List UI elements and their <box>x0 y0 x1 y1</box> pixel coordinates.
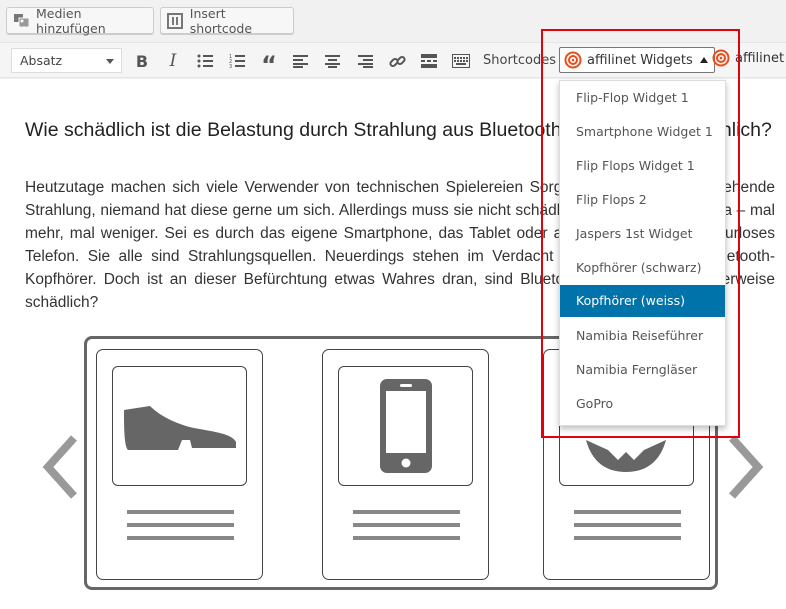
add-media-button[interactable]: Medien hinzufügen <box>6 5 154 36</box>
text-line <box>353 523 460 527</box>
media-buttons-bar: Medien hinzufügen Insert shortcode <box>0 0 786 40</box>
shortcodes-menu[interactable]: Shortcodes <box>483 53 556 68</box>
dropdown-item[interactable]: Jaspers 1st Widget <box>560 218 725 250</box>
affilinet-product-label: affilinet P <box>735 50 786 66</box>
bold-icon[interactable]: B <box>130 49 154 73</box>
affilinet-product-button[interactable]: affilinet P <box>712 49 786 67</box>
italic-icon[interactable]: I <box>161 49 185 73</box>
chevron-down-icon <box>106 59 114 64</box>
add-media-label: Medien hinzufügen <box>36 5 106 36</box>
dropdown-item[interactable]: Smartphone Widget 1 <box>560 116 725 148</box>
affilinet-icon <box>712 49 730 67</box>
product-card <box>322 349 489 580</box>
format-select-value: Absatz <box>20 53 63 68</box>
shoe-icon <box>112 366 247 486</box>
align-center-icon[interactable] <box>320 49 344 73</box>
read-more-icon[interactable] <box>417 49 441 73</box>
text-line <box>127 536 234 540</box>
text-line <box>574 510 681 514</box>
media-icon <box>13 13 30 29</box>
format-select[interactable]: Absatz <box>11 48 122 73</box>
align-right-icon[interactable] <box>353 49 377 73</box>
text-line <box>353 510 460 514</box>
text-line <box>353 536 460 540</box>
product-card <box>96 349 263 580</box>
text-line <box>127 523 234 527</box>
dropdown-item[interactable]: Namibia Ferngläser <box>560 354 725 386</box>
affilinet-widgets-dropdown: Flip-Flop Widget 1 Smartphone Widget 1 F… <box>559 80 726 426</box>
text-line <box>574 536 681 540</box>
bullet-list-icon[interactable] <box>193 49 217 73</box>
blockquote-icon[interactable]: “ <box>257 49 281 79</box>
chevron-left-icon <box>40 434 80 504</box>
shortcode-icon <box>167 12 184 29</box>
dropdown-item[interactable]: Flip Flops Widget 1 <box>560 150 725 182</box>
dropdown-item[interactable]: Flip Flops 2 <box>560 184 725 216</box>
dropdown-item-selected[interactable]: Kopfhörer (weiss) <box>560 285 725 317</box>
chevron-right-icon <box>726 434 766 504</box>
align-left-icon[interactable] <box>288 49 312 73</box>
toolbar-toggle-icon[interactable] <box>449 49 473 73</box>
insert-shortcode-label: Insert shortcode <box>189 5 253 36</box>
insert-shortcode-button[interactable]: Insert shortcode <box>160 5 294 36</box>
chevron-up-icon <box>699 57 708 63</box>
svg-text:3: 3 <box>229 64 232 68</box>
affilinet-icon <box>564 51 582 69</box>
affilinet-widgets-button[interactable]: affilinet Widgets <box>559 47 715 73</box>
affilinet-widgets-label: affilinet Widgets <box>587 52 693 68</box>
dropdown-item[interactable]: Kopfhörer (schwarz) <box>560 252 725 284</box>
text-line <box>127 510 234 514</box>
smartphone-icon <box>338 366 473 486</box>
numbered-list-icon[interactable]: 123 <box>225 49 249 73</box>
dropdown-item[interactable]: Flip-Flop Widget 1 <box>560 82 725 114</box>
editor-window: Medien hinzufügen Insert shortcode Absat… <box>0 0 786 609</box>
link-icon[interactable] <box>385 49 409 73</box>
editor-toolbar: Absatz B I 123 “ Shortcodes affilinet Wi… <box>0 42 786 79</box>
dropdown-item[interactable]: GoPro <box>560 388 725 420</box>
dropdown-item[interactable]: Namibia Reiseführer <box>560 320 725 352</box>
text-line <box>574 523 681 527</box>
